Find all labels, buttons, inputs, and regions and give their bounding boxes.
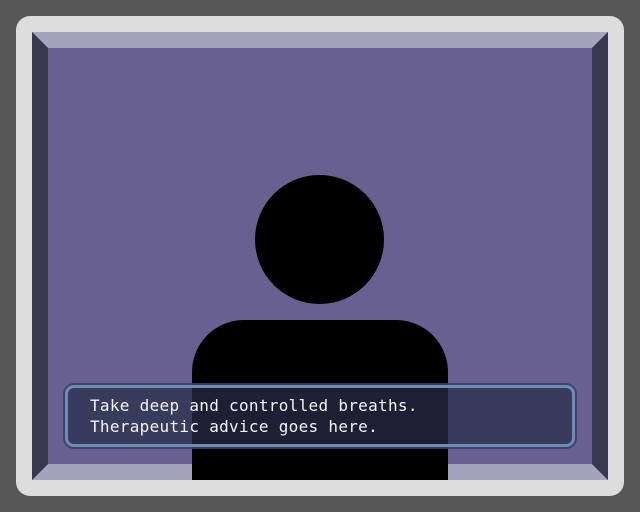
screen-bevel-right [592,32,608,480]
dialog-line-2: Therapeutic advice goes here. [90,417,379,436]
screen-bevel-top [32,32,608,48]
dialog-line-1: Take deep and controlled breaths. [90,396,418,415]
character-silhouette-head [255,175,384,304]
screen-bevel-left [32,32,48,480]
game-window-frame: Take deep and controlled breaths. Therap… [0,0,640,512]
dialog-box[interactable]: Take deep and controlled breaths. Therap… [65,385,575,447]
game-screen: Take deep and controlled breaths. Therap… [32,32,608,480]
